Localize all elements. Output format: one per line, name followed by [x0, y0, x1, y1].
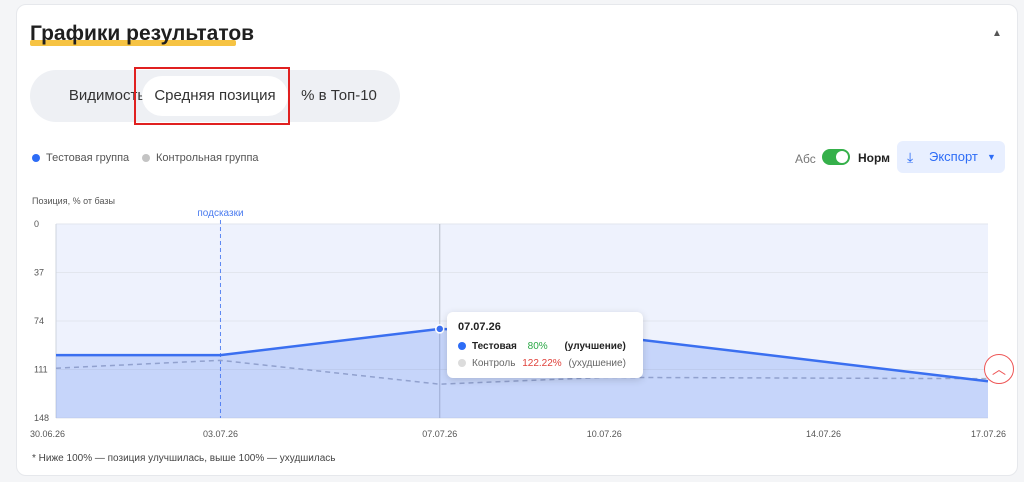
x-tick-label: 17.07.26: [971, 429, 1006, 439]
y-tick-label: 0: [34, 219, 39, 229]
x-tick-label: 07.07.26: [422, 429, 457, 439]
y-tick-label: 37: [34, 268, 44, 278]
tooltip-control-status: (ухудшение): [568, 358, 626, 369]
series-point-test: [435, 324, 445, 334]
scroll-up-button[interactable]: ︿: [984, 354, 1014, 384]
tooltip-test-status: (улучшение): [564, 341, 626, 352]
tooltip-row-control: Контроль 122.22% (ухудшение): [458, 358, 626, 369]
x-tick-label: 14.07.26: [806, 429, 841, 439]
tooltip-row-test: Тестовая 80% (улучшение): [458, 341, 626, 352]
tooltip-test-name: Тестовая: [472, 341, 517, 352]
tooltip-date: 07.07.26: [458, 321, 501, 333]
footnote: * Ниже 100% — позиция улучшилась, выше 1…: [32, 453, 336, 464]
x-tick-label: 30.06.26: [30, 429, 65, 439]
y-tick-label: 148: [34, 413, 49, 423]
x-tick-label: 10.07.26: [587, 429, 622, 439]
chart-tooltip: 07.07.26 Тестовая 80% (улучшение) Контро…: [447, 312, 643, 378]
annotation-label: подсказки: [197, 208, 243, 219]
x-tick-label: 03.07.26: [203, 429, 238, 439]
tooltip-control-name: Контроль: [472, 358, 516, 369]
tooltip-control-value: 122.22%: [522, 358, 562, 369]
tooltip-test-value: 80%: [527, 341, 548, 352]
y-tick-label: 111: [34, 365, 48, 375]
position-chart: 0 37 74 111 148 30.06.26 03.07.26 07.07.26 10.07…: [30, 208, 1006, 439]
legend-dot-icon: [458, 342, 466, 350]
y-tick-label: 74: [34, 316, 44, 326]
legend-dot-icon: [458, 359, 466, 367]
